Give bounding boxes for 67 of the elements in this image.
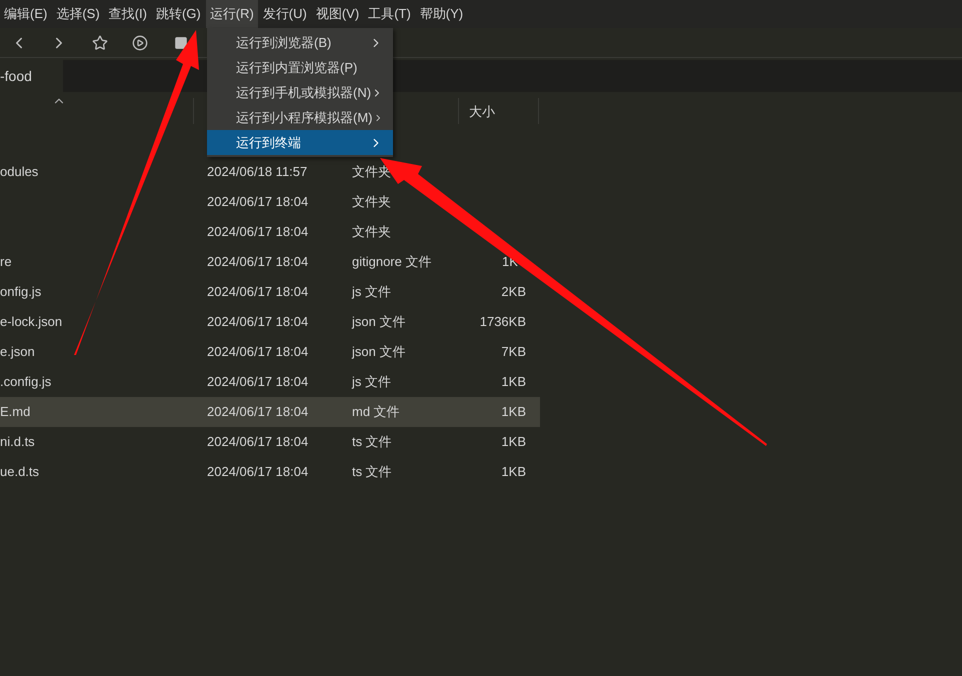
file-row[interactable]: 2024/06/17 18:04 文件夹 xyxy=(0,187,540,217)
file-size: 1KB xyxy=(501,373,526,392)
modified-date: 2024/06/17 18:04 xyxy=(207,254,308,270)
file-row[interactable]: onfig.js 2024/06/17 18:04 js 文件 2KB xyxy=(0,277,540,307)
file-type: js 文件 xyxy=(352,284,391,300)
modified-date: 2024/06/18 11:57 xyxy=(207,164,308,180)
menu-item[interactable]: 工具(T) xyxy=(364,0,415,28)
modified-date: 2024/06/17 18:04 xyxy=(207,344,308,360)
menu-item[interactable]: 查找(I) xyxy=(104,0,151,28)
file-row[interactable]: e.json 2024/06/17 18:04 json 文件 7KB xyxy=(0,337,540,367)
file-row[interactable]: odules 2024/06/18 11:57 文件夹 xyxy=(0,157,540,187)
file-type: md 文件 xyxy=(352,404,400,420)
menu-option[interactable]: 运行到终端 xyxy=(207,130,393,155)
menu-option[interactable]: 运行到浏览器(B) xyxy=(207,30,393,55)
file-row[interactable]: 2024/06/17 18:04 文件夹 xyxy=(0,217,540,247)
file-row[interactable]: ue.d.ts 2024/06/17 18:04 ts 文件 1KB xyxy=(0,457,540,487)
square-icon[interactable] xyxy=(174,36,188,50)
file-type: json 文件 xyxy=(352,344,406,360)
modified-date: 2024/06/17 18:04 xyxy=(207,224,308,240)
star-icon[interactable] xyxy=(92,34,108,50)
file-name: re xyxy=(0,254,12,270)
column-header[interactable]: 大小 xyxy=(469,102,495,122)
file-type: 文件夹 xyxy=(352,224,391,240)
file-name: ue.d.ts xyxy=(0,464,40,480)
modified-date: 2024/06/17 18:04 xyxy=(207,314,308,330)
menu-item[interactable]: 视图(V) xyxy=(312,0,364,28)
file-size: 7KB xyxy=(501,343,526,362)
menu-option[interactable]: 运行到小程序模拟器(M) xyxy=(207,105,393,130)
file-name: e-lock.json xyxy=(0,314,62,330)
menu-item[interactable]: 编辑(E) xyxy=(0,0,52,28)
file-name: .config.js xyxy=(0,374,52,390)
menu-item[interactable]: 选择(S) xyxy=(52,0,104,28)
file-row[interactable]: ni.d.ts 2024/06/17 18:04 ts 文件 1KB xyxy=(0,427,540,457)
tab[interactable]: -food xyxy=(0,60,63,92)
modified-date: 2024/06/17 18:04 xyxy=(207,284,308,300)
file-type: ts 文件 xyxy=(352,434,392,450)
menu-item[interactable]: 跳转(G) xyxy=(152,0,205,28)
file-row[interactable]: e-lock.json 2024/06/17 18:04 json 文件 1736KB xyxy=(0,307,540,337)
file-name: E.md xyxy=(0,404,30,420)
modified-date: 2024/06/17 18:04 xyxy=(207,374,308,390)
file-type: 文件夹 xyxy=(352,194,391,210)
file-size: 1KB xyxy=(501,433,526,452)
menu-item[interactable]: 帮助(Y) xyxy=(416,0,468,28)
file-size: 1736KB xyxy=(480,313,526,332)
modified-date: 2024/06/17 18:04 xyxy=(207,194,308,210)
file-type: gitignore 文件 xyxy=(352,254,432,270)
file-type: 文件夹 xyxy=(352,164,391,180)
file-name: e.json xyxy=(0,344,35,360)
menu-option[interactable]: 运行到手机或模拟器(N) xyxy=(207,80,393,105)
file-row[interactable]: E.md 2024/06/17 18:04 md 文件 1KB xyxy=(0,397,540,427)
play-icon[interactable] xyxy=(132,34,148,50)
file-size: 1KB xyxy=(501,403,526,422)
menu-item[interactable]: 发行(U) xyxy=(258,0,311,28)
file-name: onfig.js xyxy=(0,284,42,300)
modified-date: 2024/06/17 18:04 xyxy=(207,434,308,450)
file-type: ts 文件 xyxy=(352,464,392,480)
file-name: ni.d.ts xyxy=(0,434,35,450)
modified-date: 2024/06/17 18:04 xyxy=(207,464,308,480)
file-name: odules xyxy=(0,164,38,180)
file-row[interactable]: .config.js 2024/06/17 18:04 js 文件 1KB xyxy=(0,367,540,397)
menu-item[interactable]: 运行(R) xyxy=(206,0,258,28)
file-type: js 文件 xyxy=(352,374,391,390)
file-type: json 文件 xyxy=(352,314,406,330)
file-size: 2KB xyxy=(501,283,526,302)
menu-option[interactable]: 运行到内置浏览器(P) xyxy=(207,55,393,80)
modified-date: 2024/06/17 18:04 xyxy=(207,404,308,420)
file-size: 1KB xyxy=(501,463,526,482)
